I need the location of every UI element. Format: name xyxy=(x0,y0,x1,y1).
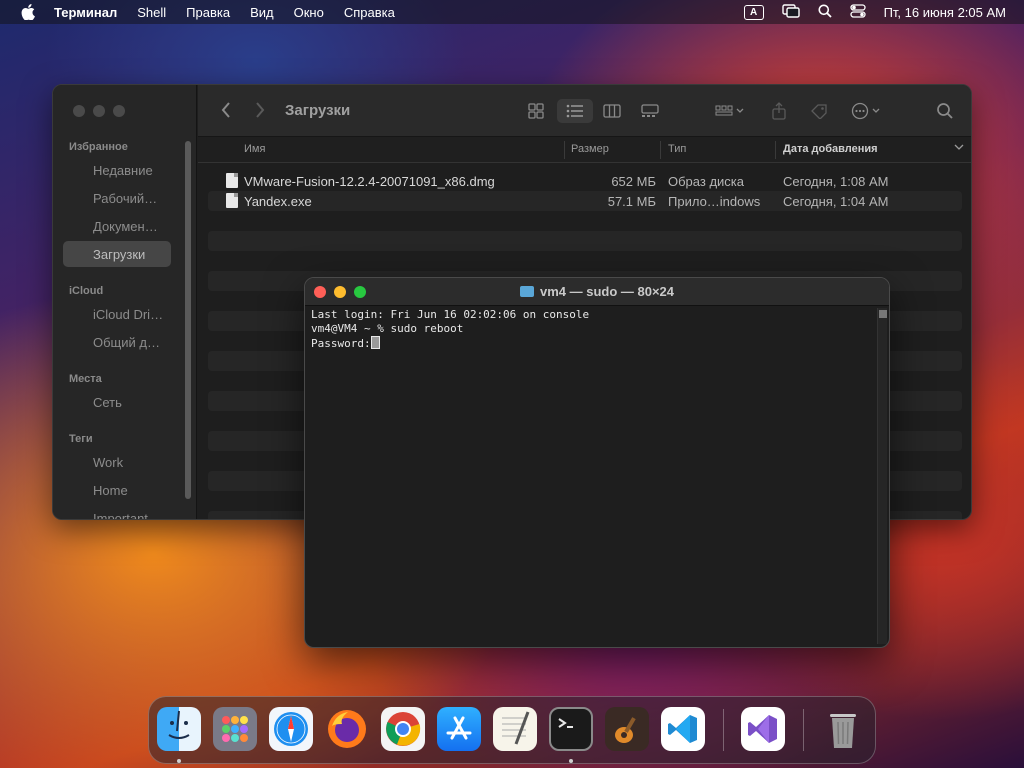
sidebar-item-icloud-drive[interactable]: iCloud Dri… xyxy=(63,301,171,327)
terminal-line: Password: xyxy=(311,337,371,350)
scrollbar-grip-icon[interactable] xyxy=(878,310,887,318)
terminal-title: vm4 — sudo — 80×24 xyxy=(305,284,889,299)
terminal-line: Last login: Fri Jun 16 02:02:06 on conso… xyxy=(311,308,590,321)
sidebar-item-tag-important[interactable]: Important xyxy=(63,505,171,520)
input-source-icon[interactable]: A xyxy=(743,4,764,20)
sidebar-header-tags: Теги xyxy=(69,433,93,445)
safari-icon[interactable] xyxy=(269,707,313,751)
column-date-added[interactable]: Дата добавления xyxy=(783,143,878,155)
more-actions-icon[interactable] xyxy=(848,99,888,123)
icon-view-button[interactable] xyxy=(521,99,551,123)
file-kind: Прило…indows xyxy=(668,194,761,209)
apple-logo-icon[interactable] xyxy=(18,4,38,20)
tag-icon[interactable] xyxy=(804,99,834,123)
column-view-button[interactable] xyxy=(597,99,627,123)
sidebar-item-tag-home[interactable]: Home xyxy=(63,477,171,503)
forward-button[interactable] xyxy=(254,101,266,125)
sidebar-item-shared[interactable]: Общий д… xyxy=(63,329,171,355)
file-row[interactable]: Yandex.exe 57.1 МБ Прило…indows Сегодня,… xyxy=(208,191,962,211)
back-button[interactable] xyxy=(220,101,232,125)
running-indicator xyxy=(177,759,181,763)
menu-bar: Терминал Shell Правка Вид Окно Справка A… xyxy=(0,0,1024,24)
column-kind[interactable]: Тип xyxy=(668,143,686,155)
column-size[interactable]: Размер xyxy=(571,143,609,155)
column-name[interactable]: Имя xyxy=(244,143,265,155)
textedit-icon[interactable] xyxy=(493,707,537,751)
screen-mirroring-icon[interactable] xyxy=(781,3,800,21)
app-store-icon[interactable] xyxy=(437,707,481,751)
chrome-icon[interactable] xyxy=(381,707,425,751)
launchpad-icon[interactable] xyxy=(213,707,257,751)
menu-edit[interactable]: Правка xyxy=(186,5,230,20)
file-date: Сегодня, 1:08 AM xyxy=(783,174,889,189)
sidebar-header-favorites: Избранное xyxy=(69,141,128,153)
dock-separator xyxy=(723,709,724,751)
zoom-button[interactable] xyxy=(113,105,125,117)
terminal-icon[interactable] xyxy=(549,707,593,751)
menu-help[interactable]: Справка xyxy=(344,5,395,20)
terminal-scrollbar[interactable] xyxy=(877,308,887,644)
document-icon xyxy=(226,173,238,188)
sidebar-item-recents[interactable]: Недавние xyxy=(63,157,171,183)
menu-window[interactable]: Окно xyxy=(294,5,324,20)
spotlight-search-icon[interactable] xyxy=(818,4,832,21)
terminal-prompt-line: Password: xyxy=(311,336,589,351)
minimize-button[interactable] xyxy=(93,105,105,117)
dock xyxy=(148,696,876,764)
garageband-icon[interactable] xyxy=(605,707,649,751)
empty-row xyxy=(208,231,962,251)
file-name: Yandex.exe xyxy=(244,194,312,209)
finder-toolbar: Загрузки xyxy=(198,85,971,137)
sidebar-item-desktop[interactable]: Рабочий… xyxy=(63,185,171,211)
file-date: Сегодня, 1:04 AM xyxy=(783,194,889,209)
file-row[interactable]: VMware-Fusion-12.2.4-20071091_x86.dmg 65… xyxy=(208,171,962,191)
finder-window-controls xyxy=(73,105,125,117)
file-name: VMware-Fusion-12.2.4-20071091_x86.dmg xyxy=(244,174,495,189)
running-indicator xyxy=(569,759,573,763)
group-by-button[interactable] xyxy=(710,99,750,123)
sidebar-header-icloud: iCloud xyxy=(69,285,104,297)
menu-view[interactable]: Вид xyxy=(250,5,274,20)
trash-icon[interactable] xyxy=(821,707,865,751)
sidebar-item-documents[interactable]: Докумен… xyxy=(63,213,171,239)
file-size: 57.1 МБ xyxy=(607,194,656,209)
sidebar-header-places: Места xyxy=(69,373,102,385)
vscode-icon[interactable] xyxy=(661,707,705,751)
file-kind: Образ диска xyxy=(668,174,744,189)
folder-icon xyxy=(519,286,534,297)
dock-separator xyxy=(803,709,804,751)
menu-app-name[interactable]: Терминал xyxy=(54,5,117,20)
column-header: Имя Размер Тип Дата добавления xyxy=(198,137,971,163)
finder-icon[interactable] xyxy=(157,707,201,751)
sidebar-item-network[interactable]: Сеть xyxy=(63,389,171,415)
visual-studio-icon[interactable] xyxy=(741,707,785,751)
finder-sidebar: Избранное Недавние Рабочий… Докумен… Заг… xyxy=(53,85,197,519)
close-button[interactable] xyxy=(73,105,85,117)
finder-title: Загрузки xyxy=(285,102,351,119)
terminal-line: vm4@VM4 ~ % sudo reboot xyxy=(311,322,464,335)
search-icon[interactable] xyxy=(930,99,960,123)
text-cursor xyxy=(370,336,380,349)
terminal-window: vm4 — sudo — 80×24 Last login: Fri Jun 1… xyxy=(304,277,890,648)
gallery-view-button[interactable] xyxy=(635,99,665,123)
share-icon[interactable] xyxy=(764,99,794,123)
terminal-titlebar[interactable]: vm4 — sudo — 80×24 xyxy=(305,278,889,306)
firefox-icon[interactable] xyxy=(325,707,369,751)
sort-chevron-icon[interactable] xyxy=(954,142,964,154)
sidebar-item-downloads[interactable]: Загрузки xyxy=(63,241,171,267)
menu-clock[interactable]: Пт, 16 июня 2:05 AM xyxy=(884,5,1006,20)
sidebar-scrollbar[interactable] xyxy=(185,141,191,499)
file-size: 652 МБ xyxy=(611,174,656,189)
terminal-output[interactable]: Last login: Fri Jun 16 02:02:06 on conso… xyxy=(311,308,589,351)
terminal-title-text: vm4 — sudo — 80×24 xyxy=(539,284,675,299)
document-icon xyxy=(226,193,238,208)
sidebar-item-tag-work[interactable]: Work xyxy=(63,449,171,475)
list-view-button[interactable] xyxy=(557,99,593,123)
menu-shell[interactable]: Shell xyxy=(137,5,166,20)
control-center-icon[interactable] xyxy=(849,3,866,21)
